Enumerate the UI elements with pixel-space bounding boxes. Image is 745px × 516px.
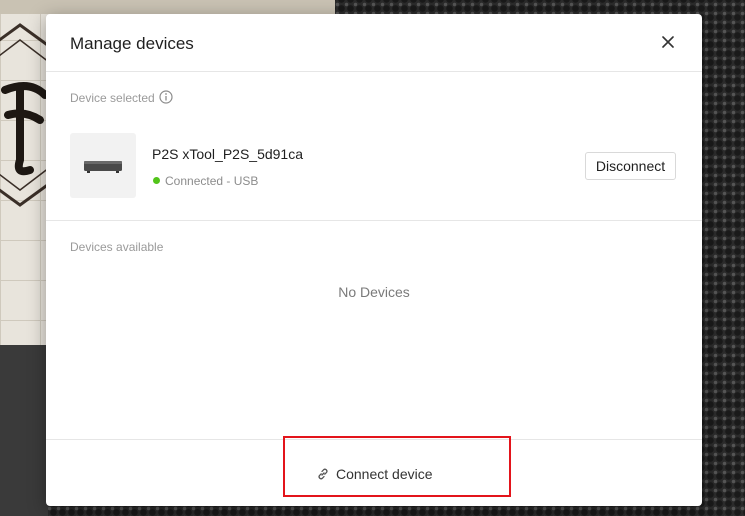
dialog-title: Manage devices	[70, 34, 194, 53]
background-edge	[0, 345, 48, 516]
device-thumbnail	[70, 133, 136, 198]
highlight-box	[283, 436, 511, 497]
info-icon[interactable]	[159, 90, 173, 104]
device-selected-label: Device selected	[70, 91, 155, 105]
disconnect-button[interactable]: Disconnect	[585, 152, 676, 180]
close-button[interactable]	[658, 32, 678, 52]
connection-status: Connected - USB	[165, 174, 259, 188]
section-divider	[46, 220, 702, 221]
device-name: P2S xTool_P2S_5d91ca	[152, 146, 303, 162]
manage-devices-dialog: Manage devices Device selected P2S xTool…	[46, 14, 702, 506]
laser-machine-icon	[84, 160, 122, 173]
no-devices-text: No Devices	[338, 284, 410, 300]
header-divider	[46, 71, 702, 72]
status-indicator	[153, 177, 160, 184]
devices-available-label: Devices available	[70, 240, 164, 254]
close-icon	[662, 36, 674, 48]
background-strip	[0, 0, 335, 14]
